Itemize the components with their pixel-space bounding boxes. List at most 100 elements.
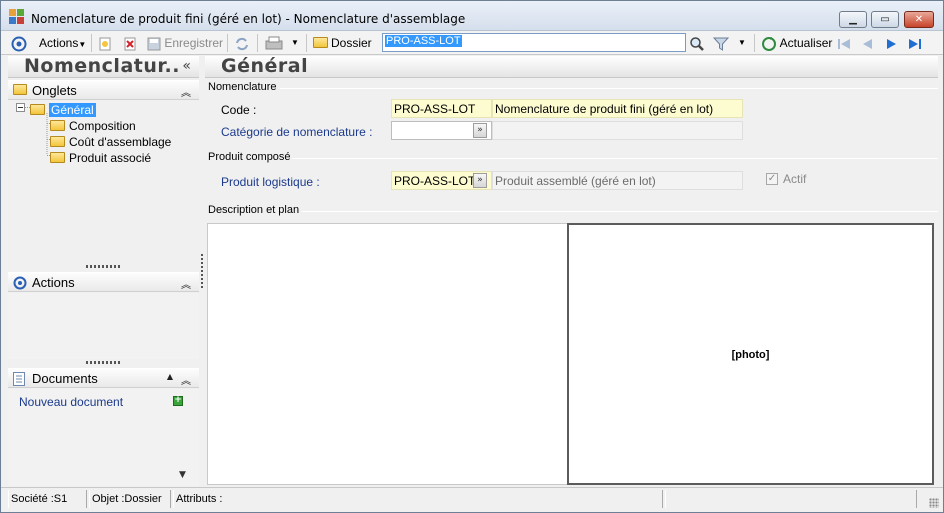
- code-field[interactable]: PRO-ASS-LOT: [391, 99, 492, 118]
- left-panel-title: Nomenclatur..: [24, 55, 180, 77]
- next-record-icon[interactable]: [883, 34, 899, 52]
- print-icon[interactable]: [264, 34, 284, 52]
- group-description: Description et plan: [208, 204, 938, 216]
- toolbar-separator: [227, 34, 228, 52]
- print-dropdown-icon[interactable]: ▼: [291, 34, 299, 52]
- collapse-section-icon[interactable]: ︽: [181, 372, 191, 387]
- folder-icon: [13, 84, 27, 95]
- logistic-product-dropdown-icon[interactable]: »: [473, 173, 487, 188]
- folder-icon: [50, 120, 65, 131]
- folder-icon: [50, 152, 65, 163]
- tabs-section-header[interactable]: Onglets ︽: [8, 80, 199, 100]
- add-document-icon[interactable]: +: [173, 396, 183, 406]
- documents-section-header[interactable]: Documents ▲ ︽: [8, 368, 199, 388]
- last-record-icon[interactable]: [907, 34, 923, 52]
- actions-menu-button[interactable]: Actions▼: [39, 34, 86, 52]
- refresh-icon: [762, 36, 776, 51]
- main-panel-header: Général: [205, 55, 938, 78]
- save-button[interactable]: Enregistrer: [147, 34, 223, 52]
- group-divider: [302, 211, 938, 212]
- left-panel-header: Nomenclatur.. «: [8, 55, 199, 78]
- tree-item-general[interactable]: Général: [30, 103, 96, 118]
- filter-dropdown-icon[interactable]: ▼: [738, 34, 746, 52]
- logistic-product-description-field: Produit assemblé (géré en lot): [492, 171, 743, 190]
- actions-menu-label: Actions: [39, 36, 79, 50]
- filter-icon[interactable]: [713, 34, 729, 52]
- title-bar: Nomenclature de produit fini (géré en lo…: [1, 1, 943, 31]
- app-logo-icon: [9, 9, 25, 25]
- code-description-field: Nomenclature de produit fini (géré en lo…: [492, 99, 743, 118]
- scroll-down-icon[interactable]: ▼: [179, 470, 186, 480]
- vertical-splitter-handle[interactable]: [201, 254, 203, 288]
- delete-icon[interactable]: [123, 34, 137, 52]
- actions-pane: [8, 293, 199, 359]
- close-button[interactable]: ✕: [904, 11, 934, 28]
- status-bar: Société :S1 Objet :Dossier Attributs :: [1, 487, 943, 512]
- resize-grip-icon[interactable]: [929, 498, 939, 508]
- toolbar-separator: [754, 34, 755, 52]
- toolbar-separator: [91, 34, 92, 52]
- search-input[interactable]: PRO-ASS-LOT: [382, 33, 686, 52]
- document-icon: [13, 372, 25, 386]
- group-product-title: Produit composé: [208, 151, 291, 163]
- sync-icon[interactable]: [234, 34, 250, 52]
- tree-item-label: Composition: [69, 119, 136, 133]
- category-label[interactable]: Catégorie de nomenclature :: [221, 125, 372, 139]
- active-checkbox[interactable]: ✓: [766, 173, 778, 185]
- group-nomenclature-title: Nomenclature: [208, 81, 277, 93]
- status-object: Objet :Dossier: [89, 490, 171, 508]
- tabs-section-title: Onglets: [32, 83, 77, 98]
- search-icon[interactable]: [689, 34, 705, 52]
- logistic-product-label[interactable]: Produit logistique :: [221, 175, 320, 189]
- new-document-link[interactable]: Nouveau document: [19, 395, 123, 409]
- refresh-button[interactable]: Actualiser: [761, 34, 832, 52]
- window-title: Nomenclature de produit fini (géré en lo…: [31, 12, 466, 26]
- folder-icon: [50, 136, 65, 147]
- photo-placeholder: [photo]: [731, 349, 770, 361]
- group-divider: [292, 158, 938, 159]
- group-nomenclature: Nomenclature: [208, 81, 938, 93]
- actions-section-header[interactable]: Actions ︽: [8, 272, 199, 292]
- previous-record-icon[interactable]: [860, 34, 876, 52]
- category-description-field: [492, 121, 743, 140]
- tree-item-label: Général: [49, 103, 96, 117]
- main-panel: Général Nomenclature Code : PRO-ASS-LOT …: [205, 55, 938, 486]
- minimize-button[interactable]: ▁: [839, 11, 867, 28]
- app-window: Nomenclature de produit fini (géré en lo…: [0, 0, 944, 513]
- maximize-button[interactable]: ▭: [871, 11, 899, 28]
- photo-box[interactable]: [photo]: [567, 223, 934, 485]
- group-product: Produit composé: [208, 151, 938, 163]
- splitter-handle[interactable]: [86, 361, 120, 364]
- caret-up-icon[interactable]: ▲: [167, 372, 173, 381]
- active-label: Actif: [783, 172, 807, 186]
- collapse-panel-icon[interactable]: «: [182, 58, 191, 74]
- actions-icon: [13, 276, 27, 290]
- tree-item-assembly-cost[interactable]: Coût d'assemblage: [50, 135, 171, 150]
- search-input-value: PRO-ASS-LOT: [385, 35, 462, 47]
- tree-item-label: Coût d'assemblage: [69, 135, 172, 149]
- left-panel: Nomenclatur.. « Onglets ︽ Général Compos…: [8, 55, 199, 486]
- folder-button[interactable]: Dossier: [313, 34, 372, 52]
- new-record-icon[interactable]: [98, 34, 112, 52]
- tree-item-composition[interactable]: Composition: [50, 119, 136, 134]
- group-divider: [280, 88, 938, 89]
- group-description-title: Description et plan: [208, 204, 300, 216]
- tree-item-associated-product[interactable]: Produit associé: [50, 151, 151, 166]
- folder-icon: [313, 37, 328, 48]
- toolbar: Actions▼ Enregistrer ▼ Dossier PRO-ASS-L…: [1, 31, 943, 55]
- code-label: Code :: [221, 103, 257, 117]
- splitter-handle[interactable]: [86, 265, 120, 268]
- folder-label: Dossier: [331, 36, 372, 50]
- save-icon: [147, 37, 161, 51]
- description-textarea[interactable]: [207, 223, 568, 485]
- category-dropdown-icon[interactable]: »: [473, 123, 487, 138]
- tree-item-label: Produit associé: [69, 151, 152, 165]
- collapse-section-icon[interactable]: ︽: [181, 276, 191, 291]
- page-title: Général: [221, 55, 309, 77]
- collapse-section-icon[interactable]: ︽: [181, 84, 191, 99]
- status-company: Société :S1: [8, 490, 87, 508]
- first-record-icon[interactable]: [836, 34, 852, 52]
- toolbar-home-icon[interactable]: [11, 34, 27, 52]
- status-extra: [665, 490, 917, 508]
- open-folder-icon: [30, 104, 45, 115]
